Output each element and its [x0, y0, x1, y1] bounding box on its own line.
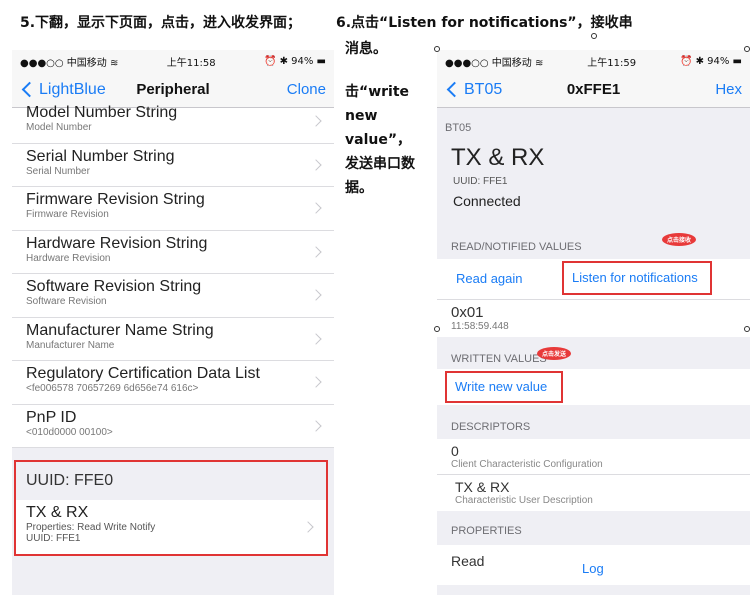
time-label: 上午11:59 [587, 57, 637, 69]
connection-status: Connected [453, 193, 521, 209]
chevron-right-icon [310, 246, 322, 258]
hex-button[interactable]: Hex [715, 81, 742, 98]
row-title: Software Revision String [26, 278, 202, 295]
properties-list: Read Log [437, 545, 750, 585]
characteristic-list: Model Number String Model Number Serial … [12, 100, 334, 448]
read-actions-row: Read again Listen for notifications 点击接收 [437, 233, 750, 299]
annotation-handle-icon [744, 326, 750, 332]
list-item[interactable]: Model Number String Model Number [12, 100, 334, 144]
carrier-label: ●●●○○ 中国移动 ≋ [20, 57, 119, 69]
row-title: Serial Number String [26, 147, 175, 165]
chevron-right-icon [310, 376, 322, 388]
chevron-right-icon [310, 420, 322, 432]
row-title: TX & RX [26, 504, 89, 521]
row-subtitle: Model Number [26, 122, 92, 133]
listen-notifications-button[interactable]: Listen for notifications [562, 261, 712, 295]
back-button[interactable]: BT05 [445, 81, 502, 99]
row-title: Hardware Revision String [26, 234, 208, 252]
back-label: BT05 [464, 80, 503, 98]
row-subtitle: Serial Number [26, 165, 90, 177]
step6-caption-line1: 6.点击“Listen for notifications”，接收串 [336, 15, 633, 31]
read-again-button[interactable]: Read again [456, 271, 523, 286]
row-subtitle: Hardware Revision [26, 252, 111, 264]
nav-bar: BT05 0xFFE1 Hex [437, 72, 750, 108]
chevron-right-icon [310, 202, 322, 214]
status-bar: ●●●○○ 中国移动 ≋ 上午11:58 ⏰ ✱ 94% ▬ [12, 50, 334, 72]
descriptor-row: TX & RX Characteristic User Description [437, 475, 750, 511]
list-item[interactable]: Manufacturer Name String Manufacturer Na… [12, 318, 334, 361]
battery-label: ⏰ ✱ 94% ▬ [263, 55, 326, 67]
write-actions-row: Write new value [437, 369, 750, 405]
back-button[interactable]: LightBlue [20, 81, 106, 99]
clone-button[interactable]: Clone [287, 81, 326, 98]
properties-section-label: PROPERTIES [451, 525, 522, 537]
step6-caption-line2: 消息。 [345, 41, 387, 57]
row-subtitle: <fe006578 70657269 6d656e74 616c> [26, 383, 199, 394]
characteristic-uuid: UUID: FFE1 [453, 176, 508, 187]
chevron-right-icon [310, 115, 322, 127]
write-new-value-button[interactable]: Write new value [445, 371, 563, 403]
battery-label: ⏰ ✱ 94% ▬ [679, 55, 742, 67]
list-item[interactable]: Software Revision String Software Revisi… [12, 274, 334, 318]
chevron-right-icon [310, 289, 322, 301]
row-uuid: UUID: FFE1 [26, 533, 81, 544]
list-item[interactable]: PnP ID <010d0000 00100> [12, 405, 334, 448]
list-item[interactable]: Firmware Revision String Firmware Revisi… [12, 187, 334, 231]
characteristic-header: BT05 TX & RX UUID: FFE1 Connected [437, 108, 750, 215]
row-title: PnP ID [26, 408, 77, 426]
descriptor-value: TX & RX [455, 479, 510, 495]
service-ffe0-section: UUID: FFE0 TX & RX Properties: Read Writ… [14, 460, 328, 556]
chevron-left-icon [446, 81, 463, 98]
descriptor-value: 0 [451, 443, 459, 459]
notified-value: 0x01 [451, 304, 484, 321]
descriptor-name: Client Characteristic Configuration [451, 459, 603, 470]
property-item: Read [451, 553, 485, 569]
annotation-handle-icon [744, 46, 750, 52]
row-title: Model Number String [26, 104, 178, 121]
log-button[interactable]: Log [582, 561, 604, 576]
chevron-right-icon [310, 159, 322, 171]
peripheral-screen: ●●●○○ 中国移动 ≋ 上午11:58 ⏰ ✱ 94% ▬ LightBlue… [12, 50, 334, 595]
row-subtitle: <010d0000 00100> [26, 426, 113, 438]
descriptors-list: 0 Client Characteristic Configuration TX… [437, 439, 750, 511]
written-values-section-label: WRITTEN VALUES [451, 353, 547, 365]
time-label: 上午11:58 [166, 57, 216, 69]
row-subtitle: Software Revision [26, 296, 107, 307]
annotation-handle-icon [434, 326, 440, 332]
service-uuid-header: UUID: FFE0 [26, 472, 114, 489]
descriptor-name: Characteristic User Description [455, 495, 593, 506]
read-values-section-label: READ/NOTIFIED VALUES [451, 241, 582, 253]
annotation-handle-icon [434, 46, 440, 52]
device-name: BT05 [445, 122, 472, 134]
characteristic-name: TX & RX [451, 144, 545, 171]
characteristic-screen: ●●●○○ 中国移动 ≋ 上午11:59 ⏰ ✱ 94% ▬ BT05 0xFF… [437, 50, 750, 595]
row-subtitle: Firmware Revision [26, 209, 109, 220]
chevron-right-icon [310, 333, 322, 345]
step5-caption: 5.下翻，显示下页面，点击，进入收发界面； [20, 15, 302, 31]
row-properties: Properties: Read Write Notify [26, 522, 156, 533]
tap-to-send-stamp: 点击发送 [537, 347, 572, 360]
notified-value-time: 11:58:59.448 [451, 321, 509, 332]
tap-to-receive-stamp: 点击接收 [662, 233, 697, 246]
descriptors-section-label: DESCRIPTORS [451, 421, 531, 433]
descriptor-row: 0 Client Characteristic Configuration [437, 439, 750, 475]
row-title: Manufacturer Name String [26, 321, 214, 339]
list-item[interactable]: Regulatory Certification Data List <fe00… [12, 361, 334, 405]
carrier-label: ●●●○○ 中国移动 ≋ [445, 57, 544, 69]
annotation-handle-icon [591, 33, 597, 39]
list-item[interactable]: Hardware Revision String Hardware Revisi… [12, 231, 334, 274]
characteristic-tx-rx[interactable]: TX & RX Properties: Read Write Notify UU… [16, 500, 326, 554]
status-bar: ●●●○○ 中国移动 ≋ 上午11:59 ⏰ ✱ 94% ▬ [437, 50, 750, 72]
back-label: LightBlue [39, 80, 106, 98]
row-subtitle: Manufacturer Name [26, 339, 115, 351]
notified-value-row: 0x01 11:58:59.448 [437, 299, 750, 337]
list-item[interactable]: Serial Number String Serial Number [12, 144, 334, 187]
chevron-left-icon [21, 81, 38, 98]
row-title: Regulatory Certification Data List [26, 365, 260, 382]
row-title: Firmware Revision String [26, 191, 205, 208]
step6-caption-line3: 击“write new value”，发送串口数据。 [345, 84, 415, 196]
